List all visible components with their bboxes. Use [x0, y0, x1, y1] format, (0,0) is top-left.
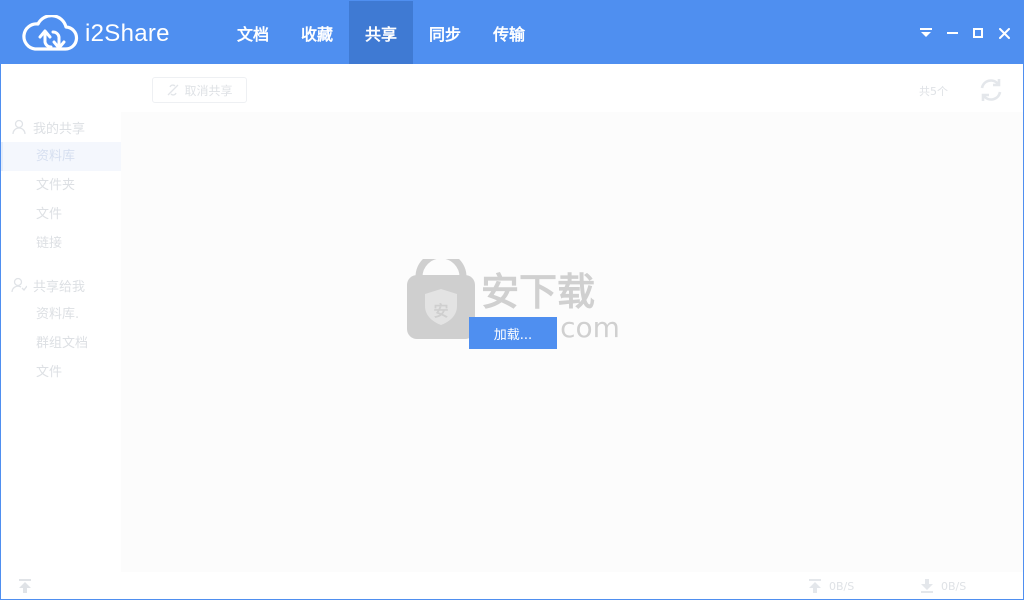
sidebar-item-shared-library[interactable]: 资料库.: [1, 300, 121, 329]
sidebar-group-label: 共享给我: [33, 279, 86, 295]
loading-indicator: 加载...: [469, 317, 557, 349]
upload-speed-value: 0B/S: [829, 579, 855, 593]
sidebar-item-files[interactable]: 文件: [1, 200, 121, 229]
unshare-label: 取消共享: [184, 83, 233, 98]
scroll-top-button[interactable]: [17, 578, 33, 598]
tab-sync[interactable]: 同步: [413, 1, 477, 64]
refresh-button[interactable]: [978, 77, 1004, 107]
watermark-text: 安下载: [481, 270, 595, 314]
app-window: i2Share 文档 收藏 共享 同步 传输 取消共享 共5个 我的共享 资料库…: [0, 0, 1024, 600]
sidebar-group-my-share[interactable]: 我的共享: [1, 112, 121, 142]
window-controls: [913, 21, 1017, 45]
app-logo: i2Share: [21, 15, 170, 53]
sidebar-group-label: 我的共享: [33, 121, 86, 137]
menu-dropdown-icon: [920, 28, 932, 37]
minimize-button[interactable]: [939, 21, 965, 45]
download-speed: 0B/S: [919, 578, 966, 594]
sidebar-item-links[interactable]: 链接: [1, 229, 121, 258]
menu-button[interactable]: [913, 21, 939, 45]
app-title: i2Share: [85, 20, 170, 47]
sidebar-item-folders[interactable]: 文件夹: [1, 171, 121, 200]
sidebar: 我的共享 资料库 文件夹 文件 链接 共享给我 资料库. 群组文档 文件: [1, 112, 121, 572]
sidebar-item-group-documents[interactable]: 群组文档: [1, 329, 121, 358]
arrow-up-icon: [19, 579, 31, 593]
sidebar-group-shared-to-me[interactable]: 共享给我: [1, 270, 121, 300]
watermark-badge-text: 安: [433, 302, 448, 320]
refresh-icon: [980, 79, 1002, 101]
tab-transfer[interactable]: 传输: [477, 1, 541, 64]
sidebar-item-shared-files[interactable]: 文件: [1, 358, 121, 387]
tab-share[interactable]: 共享: [349, 1, 413, 64]
main-nav: 文档 收藏 共享 同步 传输: [221, 1, 541, 64]
download-icon: [921, 579, 933, 593]
maximize-icon: [973, 28, 983, 38]
title-bar: i2Share 文档 收藏 共享 同步 传输: [1, 1, 1023, 64]
shared-user-icon: [11, 277, 27, 293]
upload-icon: [809, 579, 821, 593]
sidebar-item-library[interactable]: 资料库: [1, 142, 121, 171]
unshare-button[interactable]: 取消共享: [152, 77, 247, 103]
user-icon: [12, 119, 26, 135]
tab-favorites[interactable]: 收藏: [285, 1, 349, 64]
close-button[interactable]: [991, 21, 1017, 45]
download-speed-value: 0B/S: [941, 579, 967, 593]
item-count: 共5个: [919, 85, 948, 98]
close-icon: [998, 27, 1010, 39]
upload-speed: 0B/S: [807, 578, 854, 594]
minimize-icon: [946, 32, 958, 34]
maximize-button[interactable]: [965, 21, 991, 45]
content-toolbar: 取消共享 共5个: [1, 64, 1023, 112]
status-bar: 0B/S 0B/S: [1, 572, 1023, 599]
tab-documents[interactable]: 文档: [221, 1, 285, 64]
unshare-icon: [168, 84, 179, 96]
cloud-sync-icon: [22, 15, 79, 51]
